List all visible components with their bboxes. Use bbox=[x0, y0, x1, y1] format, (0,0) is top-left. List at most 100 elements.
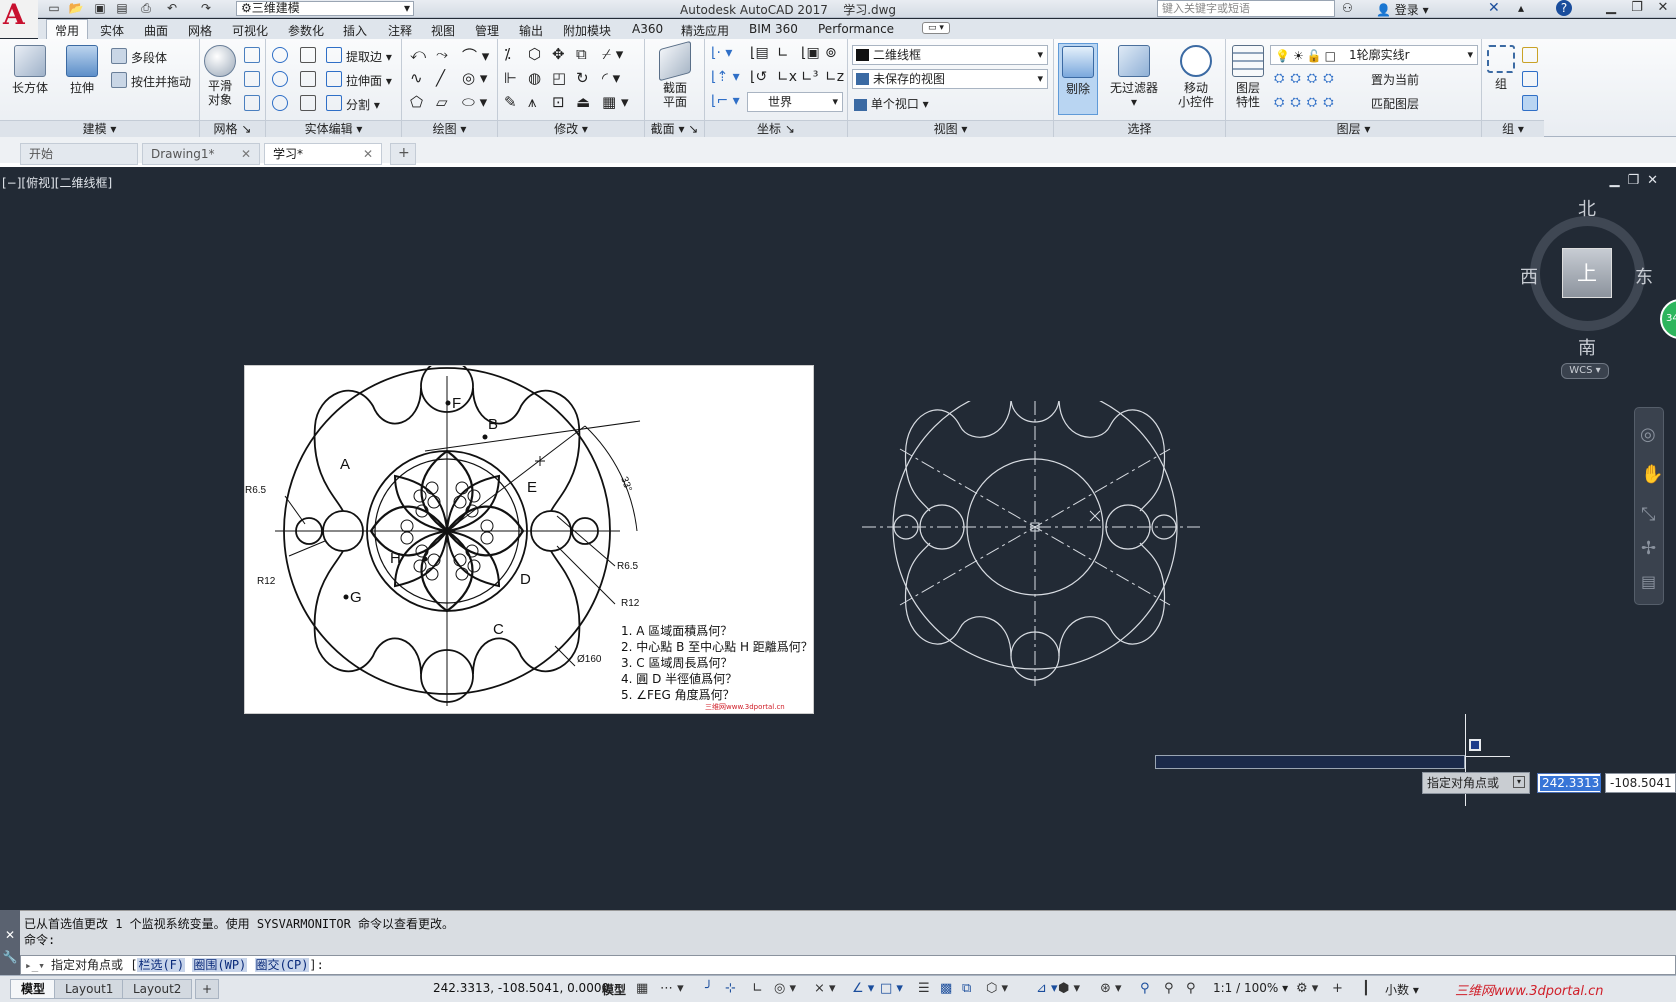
coordinate-display[interactable]: 242.3313, -108.5041, 0.0000 bbox=[433, 981, 609, 995]
ucs-origin-icon[interactable]: ∟ bbox=[777, 45, 789, 61]
application-menu-button[interactable]: A bbox=[0, 0, 38, 38]
polygon-icon[interactable]: ⬠ bbox=[410, 93, 423, 111]
tab-addins[interactable]: 附加模块 bbox=[563, 22, 611, 39]
explode-icon[interactable]: ⁒ bbox=[504, 45, 511, 63]
dynamic-input-y[interactable]: -108.5041 bbox=[1605, 773, 1676, 793]
tab-solid[interactable]: 实体 bbox=[100, 22, 124, 39]
section-plane-button[interactable]: 截面 平面 bbox=[651, 40, 699, 109]
3d-rotate-icon[interactable]: ◍ bbox=[528, 69, 541, 87]
ucs-3point-icon[interactable]: ∟³ bbox=[801, 69, 818, 85]
smooth-object-button[interactable]: 平滑 对象 bbox=[202, 45, 238, 107]
viewcube[interactable]: 上 北 南 西 东 bbox=[1520, 199, 1653, 359]
green-badge[interactable]: 34 bbox=[1660, 299, 1676, 339]
doc-tab-start[interactable]: 开始 bbox=[20, 143, 138, 165]
object-snap-tracking-icon[interactable]: ∠ ▾ bbox=[852, 981, 874, 996]
redo-icon[interactable]: ↷ bbox=[198, 1, 214, 15]
named-view-select[interactable]: 未保存的视图 bbox=[852, 69, 1048, 89]
mirror-icon[interactable]: ⩚ bbox=[528, 93, 536, 111]
no-filter-button[interactable]: 无过滤器 ▾ bbox=[1104, 45, 1164, 109]
compass-south[interactable]: 南 bbox=[1578, 334, 1596, 360]
object-snap-icon[interactable]: □ ▾ bbox=[880, 981, 903, 996]
scale-icon[interactable]: ⊡ bbox=[552, 93, 565, 111]
ucs-z-icon[interactable]: ∟z bbox=[825, 69, 844, 85]
array-icon[interactable]: ▦ ▾ bbox=[602, 93, 628, 111]
extrude-face-button[interactable]: 拉伸面 ▾ bbox=[346, 72, 392, 89]
wcs-menu[interactable]: WCS ▾ bbox=[1561, 363, 1609, 379]
tab-bim360[interactable]: BIM 360 bbox=[749, 22, 798, 36]
open-file-icon[interactable]: 📂 bbox=[68, 1, 84, 15]
panel-title-groups[interactable]: 组 ▾ bbox=[1482, 120, 1544, 137]
model-tab[interactable]: 模型 bbox=[10, 979, 57, 999]
rotate-icon[interactable]: ↻ bbox=[576, 69, 589, 87]
dynamic-input-x[interactable]: 242.3313 bbox=[1537, 773, 1602, 793]
tab-featured-apps[interactable]: 精选应用 bbox=[681, 22, 729, 39]
viewcube-top-face[interactable]: 上 bbox=[1562, 248, 1612, 298]
doc-tab-current[interactable]: 学习* ✕ bbox=[264, 143, 382, 165]
ribbon-display-toggle[interactable]: ▭ ▾ bbox=[922, 22, 950, 34]
compass-east[interactable]: 东 bbox=[1635, 263, 1653, 289]
thicken-icon[interactable] bbox=[300, 95, 316, 111]
command-input[interactable]: ▸_▾ 指定对角点或 [栏选(F) 圈围(WP) 圈交(CP)]: bbox=[20, 955, 1676, 975]
layout2-tab[interactable]: Layout2 bbox=[122, 979, 193, 999]
help-icon[interactable]: ? bbox=[1556, 0, 1572, 16]
selection-cycling-icon[interactable]: ⧉ bbox=[962, 981, 971, 996]
align-icon[interactable]: ⊩ bbox=[504, 69, 517, 87]
erase-icon[interactable]: ✎ bbox=[504, 93, 517, 111]
move-gizmo-button[interactable]: 移动 小控件 bbox=[1168, 45, 1224, 109]
tab-parametric[interactable]: 参数化 bbox=[288, 22, 324, 39]
tab-mesh[interactable]: 网格 bbox=[188, 22, 212, 39]
binoculars-icon[interactable]: ⚇ bbox=[1342, 1, 1353, 15]
panel-title-modeling[interactable]: 建模 ▾ bbox=[0, 120, 199, 137]
box-button[interactable]: 长方体 bbox=[8, 45, 52, 95]
units-select[interactable]: 小数 ▾ bbox=[1385, 981, 1419, 998]
group-button[interactable]: 组 bbox=[1484, 45, 1518, 91]
ungroup-icon[interactable] bbox=[1522, 47, 1538, 63]
mesh-icon-3[interactable] bbox=[244, 95, 260, 111]
spline-icon[interactable]: ∿ bbox=[410, 69, 423, 87]
panel-title-coordinates[interactable]: 坐标 ↘ bbox=[705, 120, 847, 137]
gizmo-status-icon[interactable]: ⊛ ▾ bbox=[1100, 981, 1122, 996]
rectangle-icon[interactable]: ▱ bbox=[436, 93, 448, 111]
grid-icon[interactable]: ▦ bbox=[636, 981, 648, 996]
annotation-visibility-icon[interactable]: ⚲ bbox=[1140, 981, 1150, 996]
panel-title-layers[interactable]: 图层 ▾ bbox=[1226, 120, 1481, 137]
line-icon[interactable]: ⤺ bbox=[410, 45, 426, 63]
layer-tools-row-2[interactable]: ⛭⛭⛭⛭ bbox=[1274, 95, 1340, 110]
copy-icon[interactable]: ⧉ bbox=[576, 45, 587, 63]
ucs-view-icon[interactable]: ⌊▣ bbox=[801, 45, 820, 61]
tab-surface[interactable]: 曲面 bbox=[144, 22, 168, 39]
match-layer-button[interactable]: 匹配图层 bbox=[1371, 95, 1419, 112]
layout1-tab[interactable]: Layout1 bbox=[54, 979, 125, 999]
auto-scale-icon[interactable]: ⚲ bbox=[1164, 981, 1174, 996]
line-segment-icon[interactable]: ╱ bbox=[436, 69, 445, 87]
selection-filter-icon[interactable]: ⬢ ▾ bbox=[1058, 981, 1080, 996]
mesh-icon-2[interactable] bbox=[244, 71, 260, 87]
reference-image[interactable]: F B A E D H G C R6.5 R12 R6.5 R12 Ø160 3… bbox=[244, 365, 814, 714]
layer-select[interactable]: 💡☀🔓□ 1轮廓实线r bbox=[1270, 45, 1478, 65]
viewport-window-controls[interactable]: ▁❐✕ bbox=[1609, 173, 1666, 188]
layer-tools-row-1[interactable]: ⛭⛭⛭⛭ bbox=[1274, 71, 1340, 86]
option-fence[interactable]: 栏选(F) bbox=[137, 958, 186, 972]
union-icon[interactable] bbox=[272, 47, 288, 63]
doc-tab-drawing1[interactable]: Drawing1* ✕ bbox=[142, 143, 260, 165]
compass-west[interactable]: 西 bbox=[1520, 263, 1538, 289]
compass-north[interactable]: 北 bbox=[1578, 195, 1596, 221]
tab-view[interactable]: 视图 bbox=[431, 22, 455, 39]
cad-drawing[interactable] bbox=[860, 401, 1210, 701]
offset-icon[interactable]: ◰ bbox=[552, 69, 566, 87]
separate-button[interactable]: 分割 ▾ bbox=[346, 96, 380, 113]
drawing-viewport[interactable]: [−][俯视][二维线框] ▁❐✕ F B A E D H G C R6.5 R… bbox=[0, 171, 1676, 910]
annotation-scale-select[interactable]: 1:1 / 100% ▾ bbox=[1213, 981, 1288, 995]
orbit-icon[interactable]: ✢ bbox=[1641, 538, 1656, 559]
minimize-button[interactable]: ▁ bbox=[1598, 0, 1624, 17]
stretch-icon[interactable]: ⏏ bbox=[576, 93, 590, 111]
polysolid-button[interactable]: 多段体 bbox=[131, 49, 167, 66]
intersect-icon[interactable] bbox=[272, 95, 288, 111]
set-current-layer-button[interactable]: 置为当前 bbox=[1371, 71, 1419, 88]
new-tab-button[interactable]: + bbox=[390, 143, 416, 165]
trim-icon[interactable]: ⌿ ▾ bbox=[602, 45, 623, 63]
tab-a360[interactable]: A360 bbox=[632, 22, 663, 36]
annotation-monitor-icon[interactable]: + bbox=[1332, 981, 1343, 996]
restore-button[interactable]: ❐ bbox=[1624, 0, 1650, 17]
3d-move-icon[interactable]: ⬡ bbox=[528, 45, 541, 63]
